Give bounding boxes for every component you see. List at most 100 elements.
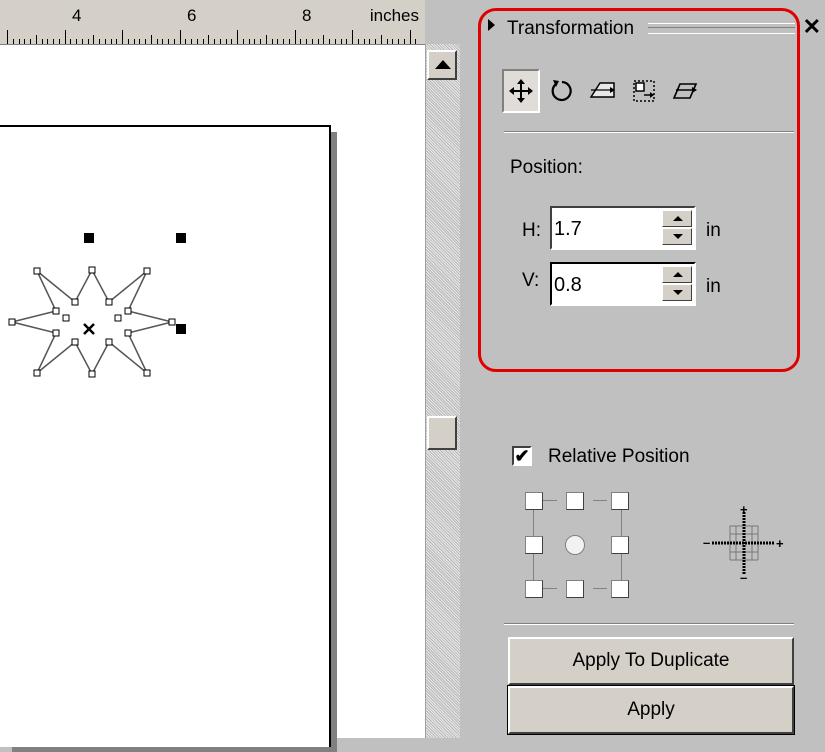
position-label: Position:	[510, 157, 583, 178]
v-position-input[interactable]	[552, 264, 660, 306]
v-position-spinbox[interactable]	[550, 262, 696, 306]
h-position-spinbox[interactable]	[550, 206, 696, 250]
anchor-bottom-left[interactable]	[525, 580, 543, 598]
anchor-connector	[543, 588, 557, 589]
ruler-tick	[99, 39, 100, 44]
skew-tool-button[interactable]	[666, 69, 704, 113]
center-x-mark	[83, 323, 95, 335]
selection-handles[interactable]	[84, 233, 186, 385]
rotate-tool-button[interactable]	[543, 69, 581, 113]
v-decrement-button[interactable]	[662, 284, 692, 301]
ruler-unit: inches	[369, 6, 419, 25]
anchor-center[interactable]	[565, 535, 585, 555]
ruler-tick	[81, 39, 83, 44]
ruler-tick	[47, 39, 49, 44]
size-tool-button[interactable]	[625, 69, 663, 113]
anchor-bottom-center[interactable]	[566, 580, 584, 598]
ruler-tick	[116, 39, 118, 44]
scroll-thumb[interactable]	[427, 416, 457, 450]
h-increment-button[interactable]	[662, 210, 692, 227]
v-unit: in	[706, 276, 721, 297]
ruler-tick	[219, 39, 221, 44]
anchor-bottom-right[interactable]	[611, 580, 629, 598]
ruler-tick	[30, 39, 31, 44]
docker-titlebar[interactable]: Transformation ✕	[460, 8, 825, 48]
h-spin-arrows[interactable]	[662, 210, 692, 246]
ruler-tick	[346, 39, 348, 44]
apply-to-duplicate-button[interactable]: Apply To Duplicate	[508, 637, 794, 685]
ruler-tick	[104, 39, 106, 44]
ruler-tick	[277, 39, 279, 44]
h-position-input[interactable]	[552, 208, 660, 250]
ruler-tick	[156, 39, 158, 44]
ruler-tick	[317, 39, 319, 44]
ruler-label-4: 4	[72, 6, 82, 25]
ruler-tick	[329, 39, 330, 44]
ruler-tick	[150, 35, 152, 44]
ruler-tick	[265, 35, 267, 44]
drawing-workspace[interactable]	[0, 45, 425, 752]
ruler-tick	[214, 39, 215, 44]
anchor-point-grid	[525, 492, 650, 602]
relative-position-checkbox[interactable]: ✔	[512, 446, 532, 466]
ruler-tick	[363, 39, 365, 44]
svg-text:–: –	[740, 570, 747, 582]
ruler-tick	[185, 39, 187, 44]
anchor-connector	[593, 500, 607, 501]
anchor-top-left[interactable]	[525, 492, 543, 510]
rotate-icon	[551, 80, 572, 102]
ruler-tick	[225, 39, 227, 44]
ruler-tick	[87, 39, 89, 44]
horizontal-ruler: 4 6 8 inches	[0, 0, 425, 45]
vertical-scrollbar[interactable]	[425, 44, 460, 738]
ruler-tick	[145, 39, 146, 44]
ruler-tick	[64, 30, 66, 44]
ruler-tick	[369, 39, 371, 44]
svg-text:+: +	[776, 536, 784, 551]
ruler-tick	[254, 39, 256, 44]
collapse-arrow-icon[interactable]	[488, 19, 495, 31]
scale-mirror-tool-button[interactable]	[584, 69, 622, 113]
relative-position-label[interactable]: Relative Position	[548, 446, 690, 468]
ruler-tick	[409, 30, 411, 44]
apply-button[interactable]: Apply	[507, 685, 795, 735]
ruler-tick	[35, 35, 37, 44]
close-icon[interactable]: ✕	[803, 14, 821, 40]
anchor-top-right[interactable]	[611, 492, 629, 510]
anchor-middle-left[interactable]	[525, 536, 543, 554]
ruler-tick	[24, 39, 26, 44]
ruler-tick	[7, 30, 8, 44]
star-shape[interactable]	[11, 268, 173, 376]
ruler-tick	[53, 39, 54, 44]
separator-bottom	[504, 623, 794, 625]
ruler-tick	[260, 39, 261, 44]
ruler-tick	[357, 39, 359, 44]
ruler-tick	[323, 35, 325, 44]
anchor-connector	[533, 554, 534, 580]
title-grip[interactable]	[648, 23, 795, 34]
ruler-tick	[41, 39, 43, 44]
ruler-tick	[340, 39, 342, 44]
docker-title: Transformation	[507, 18, 635, 39]
anchor-connector	[593, 588, 607, 589]
h-decrement-button[interactable]	[662, 228, 692, 245]
scroll-up-button[interactable]	[427, 50, 457, 80]
ruler-tick	[196, 39, 198, 44]
v-spin-arrows[interactable]	[662, 266, 692, 302]
selected-star-object[interactable]	[0, 185, 200, 385]
ruler-tick	[237, 30, 238, 44]
ruler-tick	[231, 39, 233, 44]
position-tool-button[interactable]	[502, 69, 540, 113]
h-label: H:	[522, 220, 541, 241]
ruler-tick	[110, 39, 112, 44]
ruler-tick	[208, 35, 210, 44]
anchor-middle-right[interactable]	[611, 536, 629, 554]
h-unit: in	[706, 220, 721, 241]
ruler-label-6: 6	[187, 6, 197, 25]
ruler-tick	[352, 30, 353, 44]
anchor-top-center[interactable]	[566, 492, 584, 510]
ruler-tick	[202, 39, 204, 44]
ruler-tick	[58, 39, 60, 44]
ruler-tick	[415, 39, 417, 44]
v-increment-button[interactable]	[662, 266, 692, 283]
